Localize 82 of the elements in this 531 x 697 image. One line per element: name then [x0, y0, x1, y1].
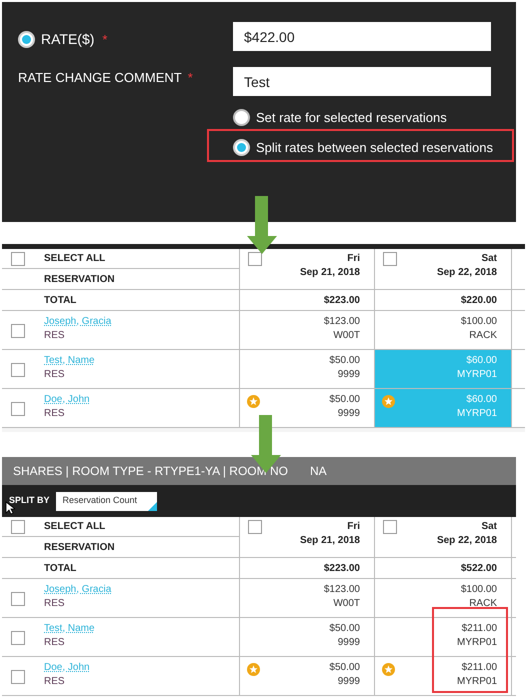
reservation-type: RES: [44, 675, 65, 689]
rate-amount: $50.00: [329, 661, 360, 675]
day-label: Fri: [347, 520, 360, 534]
total-amount: $223.00: [324, 562, 360, 576]
reservation-type: RES: [44, 407, 65, 421]
checkbox[interactable]: [248, 252, 262, 266]
rate-code: MYRP01: [456, 636, 497, 650]
rate-amount: $60.00: [466, 354, 497, 368]
rate-code: 9999: [338, 675, 360, 689]
date-label: Sep 21, 2018: [300, 534, 360, 548]
rate-code: 9999: [338, 407, 360, 421]
required-mark: *: [188, 69, 193, 87]
corner-icon: [148, 502, 157, 510]
column-header: SELECT ALL: [44, 520, 106, 534]
rate-amount: $100.00: [460, 583, 497, 597]
rate-amount: $123.00: [324, 583, 360, 597]
reservation-type: RES: [44, 636, 65, 650]
checkbox[interactable]: [11, 363, 25, 377]
option-label: Set rate for selected reservations: [256, 109, 447, 127]
rate-code: RACK: [469, 329, 497, 343]
field-label: RATE($): [41, 30, 94, 49]
day-label: Sat: [481, 252, 497, 266]
comment-field[interactable]: Test: [233, 67, 491, 96]
rate-amount: $60.00: [466, 393, 497, 407]
guest-name-link[interactable]: Doe, John: [44, 393, 90, 407]
rate-code: MYRP01: [456, 407, 497, 421]
date-label: Sep 22, 2018: [436, 266, 497, 280]
total-amount: $220.00: [460, 294, 497, 308]
reservation-type: RES: [44, 597, 65, 611]
section-title: NA: [310, 463, 327, 480]
column-header: RESERVATION: [44, 272, 115, 286]
date-label: Sep 21, 2018: [300, 266, 360, 280]
guest-name-link[interactable]: Test, Name: [44, 354, 95, 368]
rate-amount: $123.00: [324, 315, 360, 329]
rate-code: 9999: [338, 368, 360, 382]
day-label: Sat: [481, 520, 497, 534]
checkbox[interactable]: [383, 520, 397, 534]
checkbox[interactable]: [383, 252, 397, 266]
checkbox[interactable]: [11, 631, 25, 645]
guest-name-link[interactable]: Joseph, Gracia: [44, 315, 112, 329]
rate-code: 9999: [338, 636, 360, 650]
reservation-type: RES: [44, 329, 65, 343]
total-amount: $223.00: [324, 294, 360, 308]
rate-amount: $211.00: [462, 661, 497, 675]
option-label: Split rates between selected reservations: [256, 139, 494, 157]
rate-field[interactable]: $422.00: [233, 22, 491, 51]
field-label: SPLIT BY: [9, 494, 50, 508]
row-label: TOTAL: [44, 294, 76, 308]
reservation-type: RES: [44, 368, 65, 382]
checkbox[interactable]: [11, 402, 25, 416]
rate-amount: $100.00: [460, 315, 497, 329]
radio-button[interactable]: [18, 31, 35, 48]
rate-amount: $50.00: [329, 622, 360, 636]
row-label: TOTAL: [44, 562, 76, 576]
column-header: SELECT ALL: [44, 252, 106, 266]
split-by-dropdown[interactable]: Reservation Count: [56, 492, 157, 510]
rate-amount: $211.00: [462, 622, 497, 636]
rate-amount: $50.00: [329, 393, 360, 407]
column-header: RESERVATION: [44, 540, 115, 554]
rate-code: W00T: [333, 329, 360, 343]
guest-name-link[interactable]: Test, Name: [44, 622, 95, 636]
radio-button[interactable]: [233, 139, 250, 156]
checkbox[interactable]: [11, 670, 25, 684]
guest-name-link[interactable]: Joseph, Gracia: [44, 583, 112, 597]
date-label: Sep 22, 2018: [436, 534, 497, 548]
checkbox[interactable]: [11, 324, 25, 338]
rate-code: W00T: [333, 597, 360, 611]
checkbox[interactable]: [11, 592, 25, 606]
rate-code: MYRP01: [456, 675, 497, 689]
guest-name-link[interactable]: Doe, John: [44, 661, 90, 675]
total-amount: $522.00: [460, 562, 497, 576]
rate-amount: $50.00: [329, 354, 360, 368]
radio-button[interactable]: [233, 109, 250, 126]
field-label: RATE CHANGE COMMENT: [18, 69, 182, 87]
arrow-icon: [246, 196, 278, 255]
checkbox[interactable]: [11, 252, 25, 266]
rate-code: RACK: [469, 597, 497, 611]
day-label: Fri: [347, 252, 360, 266]
checkbox[interactable]: [11, 520, 25, 534]
rate-code: MYRP01: [456, 368, 497, 382]
required-mark: *: [102, 30, 108, 49]
checkbox[interactable]: [248, 520, 262, 534]
